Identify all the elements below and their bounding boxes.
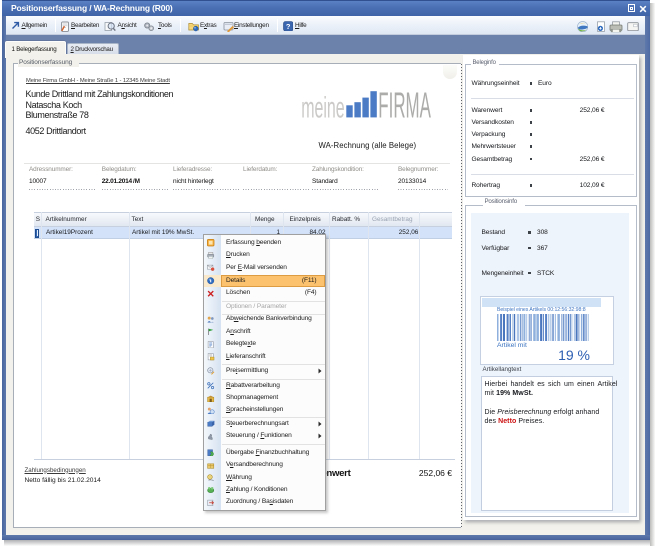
svg-text:FIRMA: FIRMA xyxy=(378,88,431,120)
svg-text:meine: meine xyxy=(301,91,345,120)
svg-text:?: ? xyxy=(285,21,290,30)
